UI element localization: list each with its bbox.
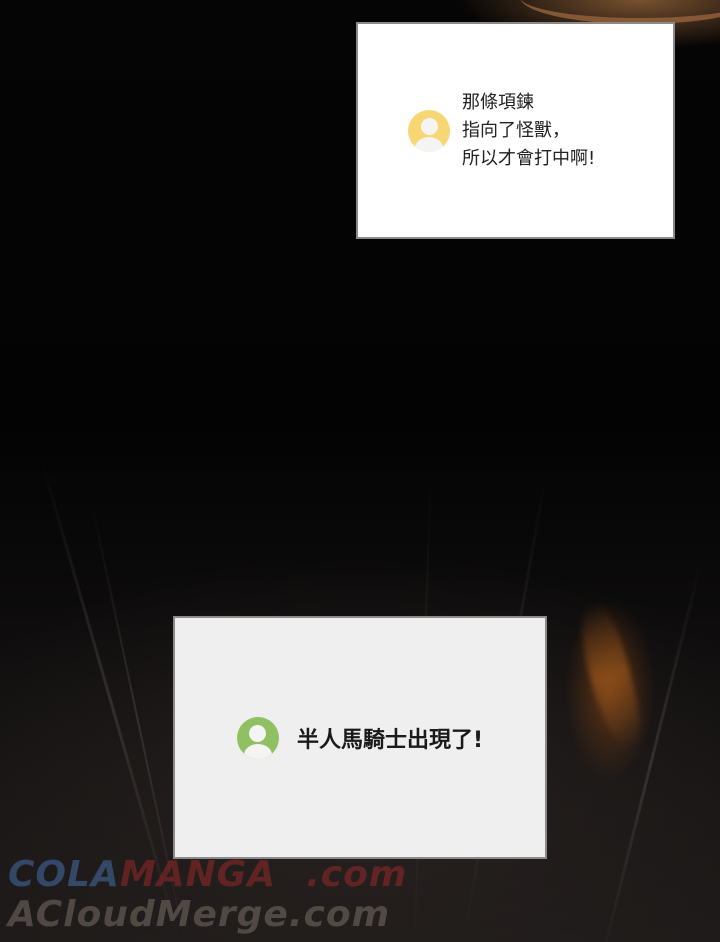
- watermark-cola: COLA: [8, 854, 120, 895]
- top-speech-placeholder: 那條項鍊 指向了怪獸， 所以才會打中啊!: [356, 22, 675, 239]
- top-speech-line-3: 所以才會打中啊!: [462, 147, 596, 169]
- bottom-speech-placeholder: 半人馬騎士出現了!: [173, 616, 547, 859]
- comic-page: 那條項鍊 指向了怪獸， 所以才會打中啊! 半人馬騎士出現了! COLAMANGA…: [0, 0, 720, 942]
- top-speech-text: 那條項鍊 指向了怪獸， 所以才會打中啊!: [462, 89, 595, 173]
- avatar-head: [420, 117, 438, 135]
- background-flame: [572, 597, 648, 753]
- top-speech-content: 那條項鍊 指向了怪獸， 所以才會打中啊!: [408, 89, 595, 173]
- watermark-line-1: COLAMANGA .com: [8, 855, 407, 895]
- watermark-line-2: ACloudMerge.com: [8, 894, 391, 935]
- avatar-shoulders: [243, 743, 272, 759]
- bottom-speech-text: 半人馬騎士出現了!: [296, 727, 484, 753]
- background-glow: [520, 0, 720, 24]
- top-speech-line-1: 那條項鍊: [462, 91, 534, 113]
- bottom-speech-content: 半人馬騎士出現了!: [236, 716, 484, 759]
- watermark-manga: MANGA: [119, 854, 277, 895]
- avatar-shoulders: [415, 136, 443, 152]
- watermark-dotcom: .com: [306, 854, 408, 895]
- user-avatar-icon: [236, 716, 279, 759]
- top-speech-line-2: 指向了怪獸，: [462, 119, 570, 141]
- avatar-head: [249, 724, 267, 742]
- site-watermark: COLAMANGA .com ACloudMerge.com: [8, 855, 407, 935]
- background-streak: [598, 560, 703, 942]
- user-avatar-icon: [408, 109, 450, 152]
